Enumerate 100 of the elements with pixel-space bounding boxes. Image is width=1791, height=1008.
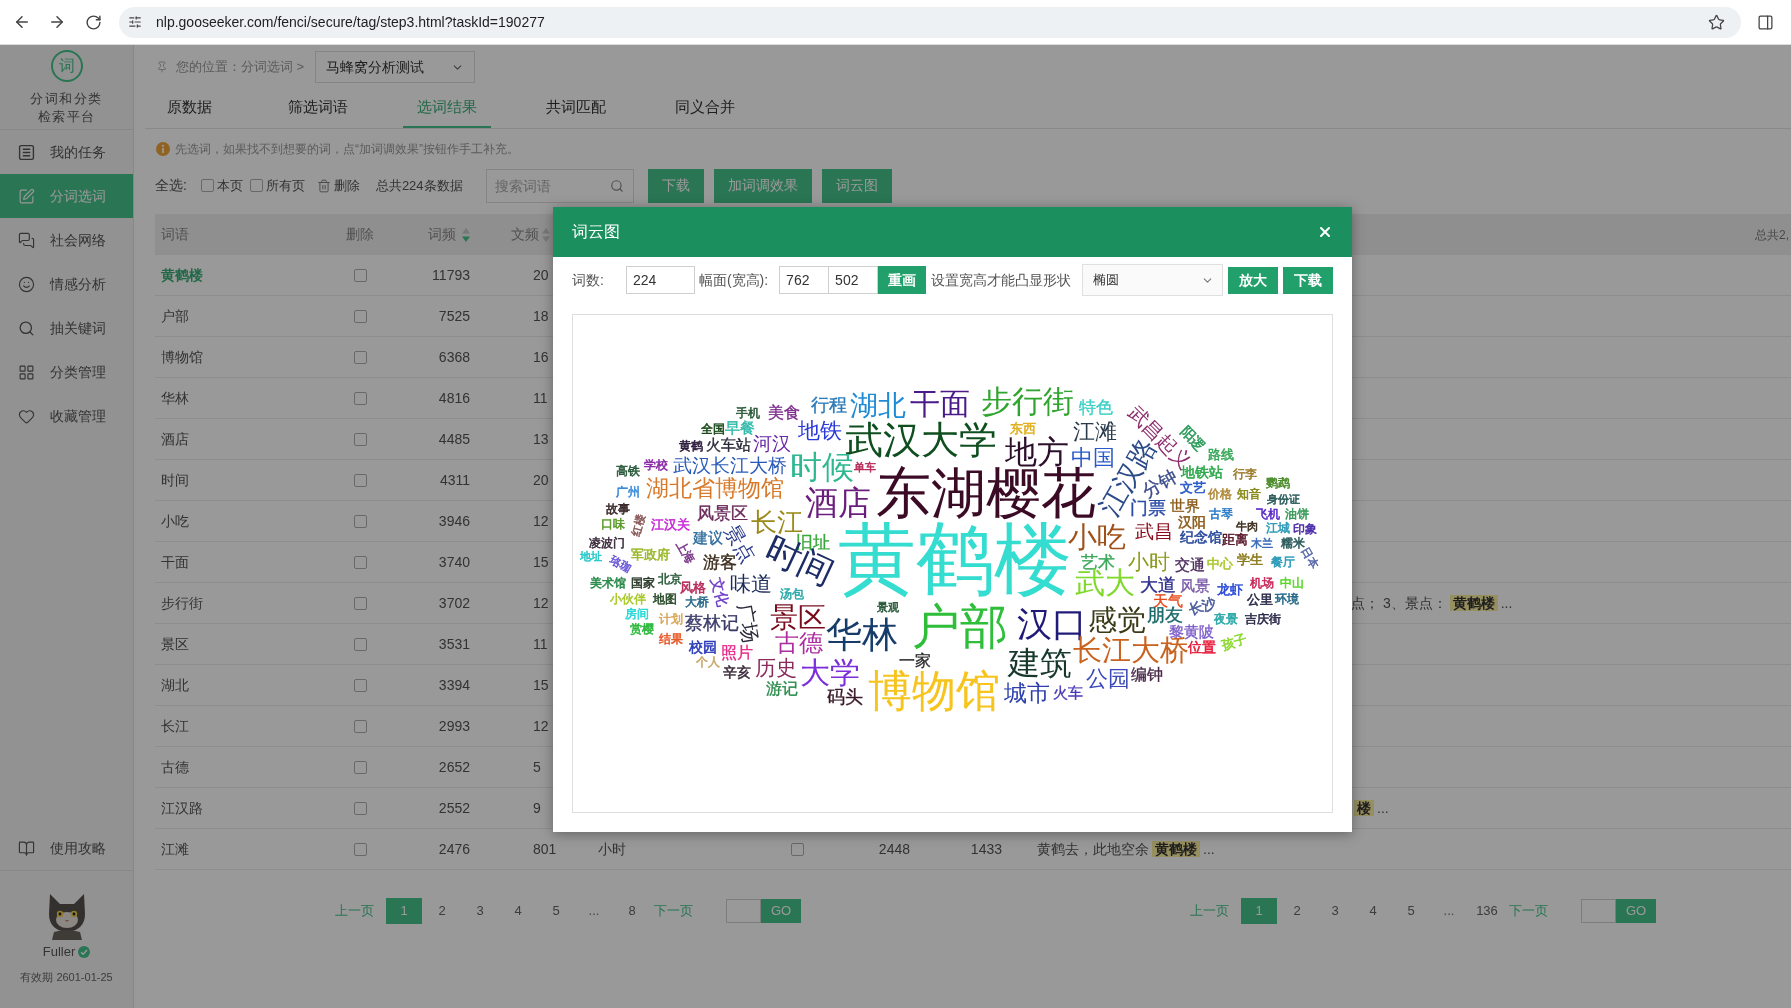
delete-checkbox[interactable] — [790, 842, 804, 856]
sort-icon[interactable] — [462, 227, 470, 242]
word-label[interactable]: 江滩 — [161, 840, 189, 857]
task-select[interactable]: 马蜂窝分析测试 — [315, 51, 476, 83]
cloud-word: 夜景 — [1214, 612, 1238, 626]
cloud-word: 学校 — [644, 458, 668, 472]
list-icon — [18, 143, 35, 161]
delete-checkbox[interactable] — [353, 719, 367, 733]
search-icon — [18, 319, 35, 337]
cloud-word: 交通 — [1175, 555, 1205, 573]
delete-checkbox[interactable] — [353, 801, 367, 815]
word-label[interactable]: 景区 — [161, 635, 189, 652]
column-header[interactable]: 词频 — [428, 224, 456, 245]
cloud-word: 房间 — [625, 607, 649, 621]
tab[interactable]: 原数据 — [145, 88, 233, 128]
redraw-button[interactable]: 重画 — [878, 266, 926, 294]
delete-checkbox[interactable] — [353, 637, 367, 651]
page-number-field[interactable] — [726, 899, 761, 923]
delete-checkbox[interactable] — [353, 678, 367, 692]
tab[interactable]: 筛选词语 — [274, 88, 362, 128]
document-frequency: 1433 — [970, 839, 1002, 859]
delete-checkbox[interactable] — [353, 391, 367, 405]
dialog-button[interactable]: 下载 — [1283, 266, 1333, 294]
nav-item[interactable]: 收藏管理 — [0, 394, 133, 438]
page-link[interactable]: 2 — [424, 898, 460, 924]
nav-item[interactable]: 抽关键词 — [0, 306, 133, 350]
checkbox-label[interactable]: 本页 — [216, 175, 243, 196]
delete-checkbox[interactable] — [353, 514, 367, 528]
address-bar[interactable]: nlp.gooseeker.com/fenci/secure/tag/step3.html?taskId=190277 — [119, 6, 1741, 38]
tab[interactable]: 共词匹配 — [532, 88, 620, 128]
nav-item[interactable]: 情感分析 — [0, 262, 133, 306]
page-link[interactable]: 4 — [500, 898, 536, 924]
cloud-word: 价格 — [1208, 487, 1232, 501]
word-label[interactable]: 酒店 — [161, 430, 189, 447]
cloud-word: 飞机 — [1256, 507, 1280, 521]
page-link[interactable]: 8 — [614, 898, 650, 924]
word-label[interactable]: 干面 — [161, 553, 189, 570]
platform-name: 分词和分类 检索平台 — [30, 90, 103, 126]
word-label[interactable]: 小时 — [598, 840, 626, 857]
word-label[interactable]: 博物馆 — [161, 348, 203, 365]
nav-item[interactable]: 分类管理 — [0, 350, 133, 394]
reload-icon[interactable] — [85, 13, 102, 31]
checkbox-label[interactable]: 所有页 — [265, 175, 305, 196]
side-panel-icon[interactable] — [1757, 13, 1774, 31]
delete-checkbox[interactable] — [353, 268, 367, 282]
checkbox[interactable] — [249, 179, 263, 192]
page-link[interactable]: 2 — [1279, 898, 1315, 924]
word-count-field[interactable]: 224 — [625, 266, 695, 294]
page-link[interactable]: 3 — [1317, 898, 1353, 924]
word-label[interactable]: 古德 — [161, 758, 189, 775]
page-link[interactable]: 5 — [1393, 898, 1429, 924]
site-settings-icon[interactable] — [128, 15, 142, 29]
checkbox[interactable] — [200, 179, 214, 192]
logo: 词 — [50, 50, 83, 82]
cloud-word: 行程 — [811, 395, 847, 415]
column-header[interactable]: 文频 — [511, 224, 539, 245]
delete-checkbox[interactable] — [353, 760, 367, 774]
page-link[interactable]: 5 — [538, 898, 574, 924]
word-label[interactable]: 步行街 — [161, 594, 203, 611]
word-label[interactable]: 小吃 — [161, 512, 189, 529]
word-label[interactable]: 黄鹤楼 — [161, 266, 203, 283]
close-button[interactable] — [1317, 224, 1333, 240]
tab[interactable]: 同义合并 — [661, 88, 749, 128]
forward-icon[interactable] — [48, 13, 66, 31]
delete-checkbox[interactable] — [353, 350, 367, 364]
cloud-word: 建议 — [693, 528, 723, 546]
cloud-word: 校园 — [689, 639, 717, 655]
cloud-word: 干面 — [910, 386, 970, 420]
delete-link[interactable]: 删除 — [316, 175, 360, 196]
nav-item[interactable]: 我的任务 — [0, 130, 133, 174]
delete-checkbox[interactable] — [353, 596, 367, 610]
width-field[interactable]: 762 — [779, 266, 830, 294]
height-field[interactable]: 502 — [829, 266, 879, 294]
search-icon[interactable] — [609, 178, 624, 193]
page-number-field[interactable] — [1581, 899, 1616, 923]
delete-checkbox[interactable] — [353, 842, 367, 856]
page-link[interactable]: 3 — [462, 898, 498, 924]
cloud-word: 个人 — [696, 655, 720, 669]
word-label[interactable]: 江汉路 — [161, 799, 203, 816]
delete-checkbox[interactable] — [353, 432, 367, 446]
dialog-button[interactable]: 放大 — [1228, 266, 1279, 294]
delete-checkbox[interactable] — [353, 473, 367, 487]
help-link[interactable]: 使用攻略 — [0, 826, 133, 870]
shape-select[interactable]: 椭圆 — [1081, 264, 1224, 296]
bookmark-star-icon[interactable] — [1708, 13, 1725, 31]
word-label[interactable]: 户部 — [161, 307, 189, 324]
back-icon[interactable] — [13, 13, 31, 31]
sort-icon[interactable] — [542, 227, 550, 242]
page-link[interactable]: 136 — [1469, 898, 1505, 924]
word-label[interactable]: 湖北 — [161, 676, 189, 693]
delete-checkbox[interactable] — [353, 309, 367, 323]
word-label[interactable]: 时间 — [161, 471, 189, 488]
nav-item[interactable]: 社会网络 — [0, 218, 133, 262]
word-label[interactable]: 长江 — [161, 717, 189, 734]
page-link[interactable]: 4 — [1355, 898, 1391, 924]
cloud-word: 红楼 — [629, 512, 647, 538]
delete-checkbox[interactable] — [353, 555, 367, 569]
word-label[interactable]: 华林 — [161, 389, 189, 406]
cloud-word: 糯米 — [1281, 536, 1305, 550]
tab[interactable]: 选词结果 — [403, 88, 491, 128]
